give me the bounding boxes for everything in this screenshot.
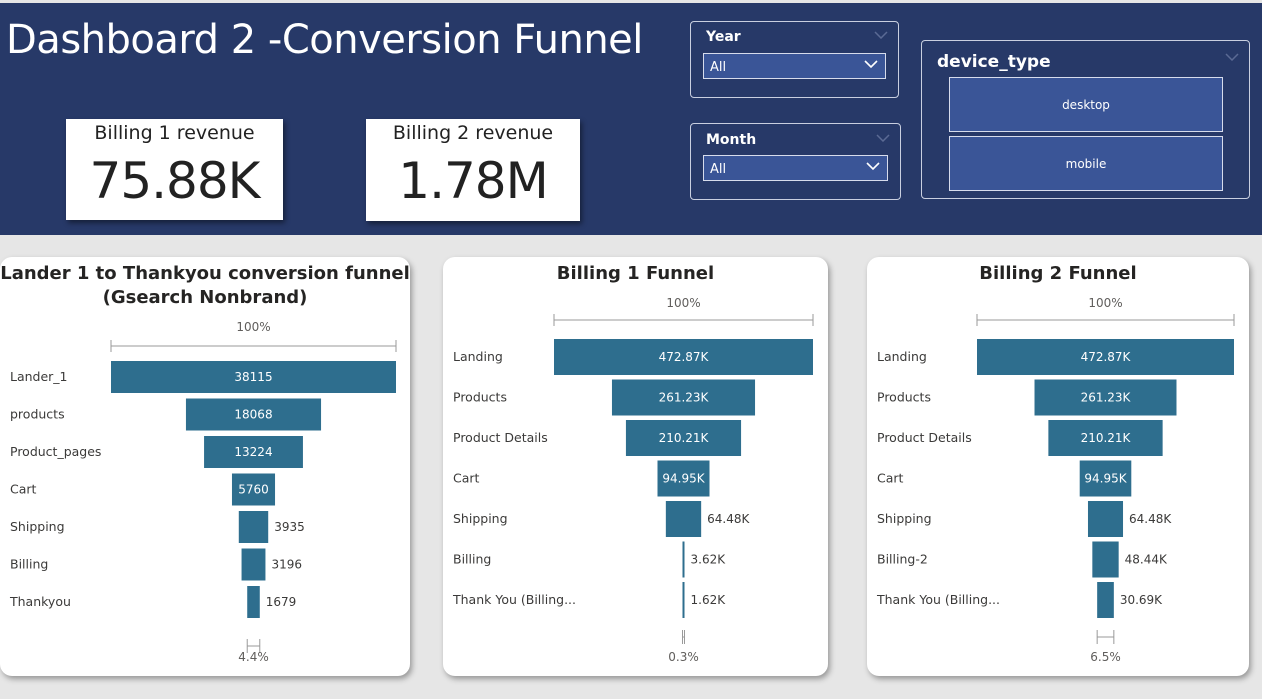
funnel-card-billing2: Billing 2 Funnel 100% Landing 472.87K Produ… <box>867 257 1249 676</box>
bottom-percent-label: 0.3% <box>668 650 699 664</box>
funnel-bar[interactable] <box>1092 541 1119 578</box>
chevron-down-icon[interactable] <box>876 134 890 142</box>
funnel-card-billing1: Billing 1 Funnel 100% Landing 472.87K Produ… <box>443 257 828 676</box>
dropdown-value: All <box>710 60 727 75</box>
bottom-percent-axis <box>682 630 685 644</box>
category-label: Thankyou <box>9 594 71 609</box>
data-label: 48.44K <box>1125 553 1168 567</box>
funnel-bar[interactable] <box>247 586 260 618</box>
slicer-title: device_type <box>937 52 1051 72</box>
data-label: 94.95K <box>662 472 705 486</box>
category-label: Billing <box>10 557 48 572</box>
data-label: 261.23K <box>659 391 710 405</box>
dropdown-value: All <box>710 162 727 177</box>
top-percent-axis <box>553 314 814 326</box>
data-label: 472.87K <box>1081 350 1132 364</box>
top-percent-axis <box>976 314 1235 326</box>
data-label: 210.21K <box>1081 431 1132 445</box>
category-label: Cart <box>453 471 480 486</box>
funnel-bar[interactable] <box>682 541 685 578</box>
category-label: Products <box>877 390 931 405</box>
top-percent-label: 100% <box>236 320 270 334</box>
data-label: 5760 <box>238 483 269 497</box>
category-label: Billing-2 <box>877 552 928 567</box>
category-label: Thank You (Billing... <box>452 592 576 607</box>
slicer-title: Month <box>706 132 757 148</box>
category-label: Cart <box>877 471 904 486</box>
funnel-bar[interactable] <box>665 501 702 537</box>
device-type-slicer: device_type desktop mobile <box>921 40 1250 199</box>
header-banner: Dashboard 2 -Conversion Funnel Billing 1… <box>0 3 1262 235</box>
data-label: 1679 <box>266 595 297 609</box>
funnel-bar[interactable] <box>1087 501 1124 537</box>
data-label: 3196 <box>271 558 302 572</box>
category-label: products <box>10 407 65 422</box>
funnel-chart-billing2: 100% Landing 472.87K Products 261.23K Product… <box>876 296 1235 664</box>
data-label: 64.48K <box>707 512 750 526</box>
category-label: Cart <box>10 482 37 497</box>
category-label: Product Details <box>877 430 972 445</box>
category-label: Product Details <box>453 430 548 445</box>
category-label: Shipping <box>877 511 932 526</box>
bottom-percent-axis <box>1096 630 1115 644</box>
category-label: Lander_1 <box>10 369 68 384</box>
funnel-bar[interactable] <box>682 582 685 618</box>
category-label: Products <box>453 390 507 405</box>
tile-desktop[interactable]: desktop <box>949 77 1223 132</box>
data-label: 3.62K <box>691 553 727 567</box>
data-label: 18068 <box>234 408 272 422</box>
category-label: Product_pages <box>10 444 101 459</box>
kpi-card-billing2: Billing 2 revenue 1.78M <box>366 119 580 221</box>
data-label: 261.23K <box>1081 391 1132 405</box>
data-label: 13224 <box>234 445 272 459</box>
top-percent-label: 100% <box>1088 296 1122 310</box>
data-label: 1.62K <box>691 593 727 607</box>
data-label: 94.95K <box>1084 472 1127 486</box>
kpi-label: Billing 1 revenue <box>94 122 255 144</box>
bottom-percent-label: 4.4% <box>238 650 269 664</box>
funnel-chart-lander: 100% Lander_1 38115 products 18068 Product_pa… <box>9 320 397 664</box>
kpi-label: Billing 2 revenue <box>392 122 554 144</box>
year-slicer: Year All <box>690 21 899 98</box>
category-label: Landing <box>877 349 927 364</box>
funnel-bar[interactable] <box>1097 582 1114 618</box>
data-label: 210.21K <box>659 431 710 445</box>
slicer-title: Year <box>706 29 741 45</box>
kpi-value: 75.88K <box>89 152 261 210</box>
category-label: Shipping <box>453 511 508 526</box>
funnel-card-lander: Lander 1 to Thankyou conversion funnel (… <box>0 257 410 676</box>
kpi-value: 1.78M <box>398 152 548 210</box>
funnel-bar[interactable] <box>241 548 266 581</box>
data-label: 64.48K <box>1129 512 1172 526</box>
chevron-down-icon[interactable] <box>1225 53 1239 61</box>
month-dropdown[interactable]: All <box>703 155 888 181</box>
month-slicer: Month All <box>690 123 901 200</box>
chevron-down-icon[interactable] <box>874 31 888 39</box>
category-label: Thank You (Billing... <box>876 592 1000 607</box>
year-dropdown[interactable]: All <box>703 53 886 79</box>
top-percent-axis <box>110 340 397 352</box>
tile-mobile[interactable]: mobile <box>949 136 1223 191</box>
data-label: 30.69K <box>1120 593 1163 607</box>
data-label: 3935 <box>274 520 305 534</box>
data-label: 472.87K <box>659 350 710 364</box>
kpi-card-billing1: Billing 1 revenue 75.88K <box>66 119 283 220</box>
category-label: Billing <box>453 552 491 567</box>
chevron-down-icon <box>864 60 878 69</box>
data-label: 38115 <box>234 370 272 384</box>
funnel-bar[interactable] <box>238 511 269 543</box>
chevron-down-icon <box>866 162 880 171</box>
funnel-chart-billing1: 100% Landing 472.87K Products 261.23K Product… <box>452 296 814 664</box>
category-label: Shipping <box>10 519 65 534</box>
top-percent-label: 100% <box>666 296 700 310</box>
page-title: Dashboard 2 -Conversion Funnel <box>6 17 643 63</box>
category-label: Landing <box>453 349 503 364</box>
bottom-percent-label: 6.5% <box>1090 650 1121 664</box>
